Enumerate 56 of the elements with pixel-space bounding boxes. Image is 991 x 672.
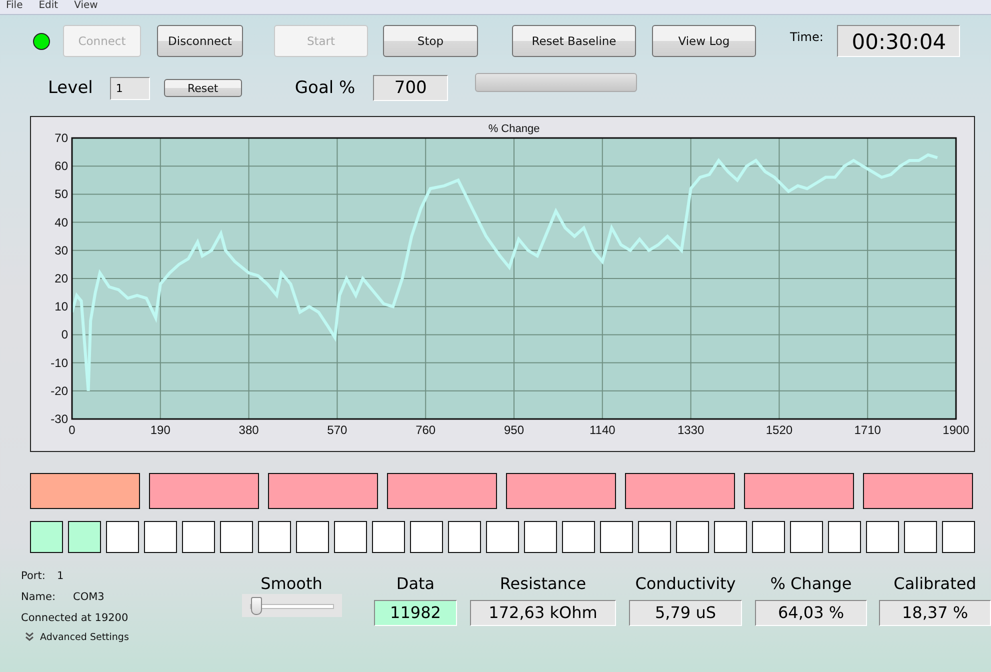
x-tick-label: 1330 <box>677 423 704 437</box>
timer-display: 00:30:04 <box>837 25 960 57</box>
x-tick-label: 1710 <box>854 423 881 437</box>
x-tick-label: 760 <box>416 423 436 437</box>
name-value: COM3 <box>73 590 104 602</box>
level-field[interactable]: 1 <box>110 76 150 100</box>
x-tick-label: 1900 <box>942 423 970 437</box>
time-label: Time: <box>790 30 824 44</box>
x-tick-label: 1140 <box>590 423 616 437</box>
readout-value: 11982 <box>374 600 457 626</box>
reset-baseline-button[interactable]: Reset Baseline <box>512 25 636 57</box>
readout-label: Conductivity <box>635 573 736 595</box>
y-tick-label: 70 <box>54 131 68 145</box>
stop-button[interactable]: Stop <box>383 25 478 57</box>
readout-label: Resistance <box>500 573 586 595</box>
y-tick-label: -20 <box>50 384 68 398</box>
readout-value: 172,63 kOhm <box>470 600 616 626</box>
menu-item[interactable]: Edit <box>38 0 58 14</box>
readout-label: % Change <box>770 573 852 595</box>
x-tick-label: 1520 <box>766 423 793 437</box>
port-value: 1 <box>57 570 64 582</box>
smooth-label: Smooth <box>260 573 322 595</box>
port-label: Port: <box>21 570 46 582</box>
y-tick-label: 30 <box>54 243 68 258</box>
chevron-down-icon <box>25 632 34 642</box>
advanced-settings-toggle[interactable]: Advanced Settings <box>25 628 221 646</box>
readout-value: 18,37 % <box>879 600 991 626</box>
y-tick-label: 0 <box>61 328 68 342</box>
menu-item[interactable]: View <box>74 0 98 14</box>
reset-button[interactable]: Reset <box>164 79 242 97</box>
y-tick-label: -10 <box>50 356 68 370</box>
disconnect-button[interactable]: Disconnect <box>157 25 243 57</box>
y-tick-label: 50 <box>54 187 68 202</box>
readout-value: 5,79 uS <box>629 600 742 626</box>
readout-label: Data <box>396 573 435 595</box>
goal-label: Goal % <box>294 78 356 98</box>
connection-status: Connected at 19200 <box>21 610 130 626</box>
chart-title: % Change <box>488 123 540 135</box>
y-tick-label: -30 <box>50 412 68 426</box>
goal-field[interactable]: 700 <box>373 75 448 101</box>
x-tick-label: 0 <box>68 423 76 437</box>
level-label: Level <box>48 78 93 98</box>
readout-value: 64,03 % <box>755 600 867 626</box>
y-tick-label: 60 <box>54 159 68 174</box>
name-label: Name: <box>21 590 57 602</box>
view-log-button[interactable]: View Log <box>652 25 756 57</box>
x-tick-label: 950 <box>504 423 524 437</box>
x-tick-label: 570 <box>327 423 348 437</box>
y-tick-label: 10 <box>54 300 68 314</box>
y-tick-label: 20 <box>54 272 68 286</box>
x-tick-label: 190 <box>150 423 170 437</box>
menu-item[interactable]: File <box>6 0 23 14</box>
x-tick-label: 380 <box>238 423 259 437</box>
y-tick-label: 40 <box>54 215 68 230</box>
readout-label: Calibrated <box>894 573 976 595</box>
smooth-slider[interactable] <box>242 594 342 617</box>
